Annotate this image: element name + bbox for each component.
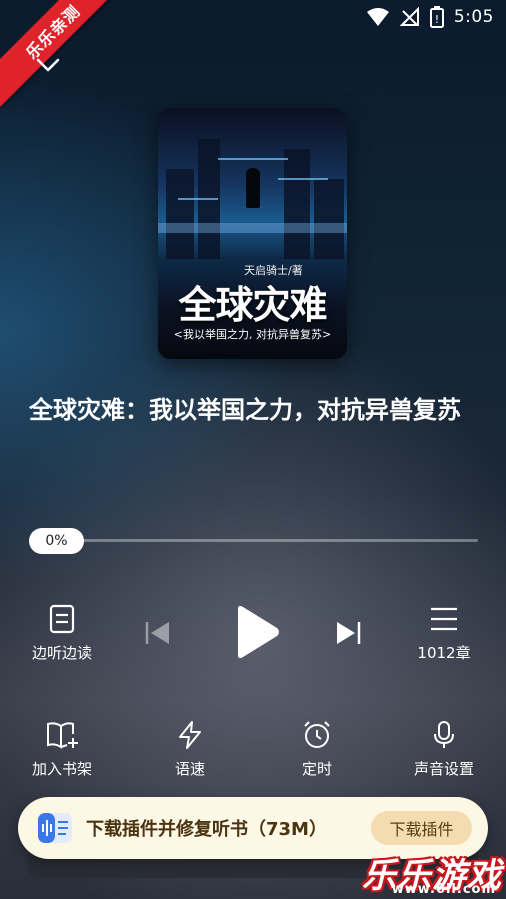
book-add-icon <box>47 722 78 749</box>
add-to-shelf-button[interactable]: 加入书架 <box>28 720 96 779</box>
list-icon <box>431 607 457 631</box>
skip-next-icon <box>337 622 361 644</box>
voice-settings-button[interactable]: 声音设置 <box>408 720 480 779</box>
banner-text: 下载插件并修复听书（73M） <box>86 819 327 840</box>
skip-previous-icon <box>145 622 169 644</box>
next-chapter-button[interactable] <box>334 618 364 648</box>
cover-art-neon <box>278 178 328 180</box>
wifi-icon <box>366 8 389 26</box>
audio-document-icon <box>38 813 72 843</box>
previous-chapter-button[interactable] <box>142 618 172 648</box>
cover-art-neon <box>178 198 218 200</box>
battery-icon: ! <box>429 6 444 28</box>
cover-subtitle: <我以举国之力, 对抗异兽复苏> <box>173 328 332 341</box>
cover-art-bridge <box>158 223 347 233</box>
chevron-down-icon <box>36 58 60 72</box>
read-while-listening-label: 边听边读 <box>31 644 92 662</box>
read-while-listening-button[interactable]: 边听边读 <box>28 604 96 663</box>
cover-art-building <box>284 149 310 259</box>
cover-art-building <box>314 179 344 259</box>
play-button[interactable] <box>230 604 282 660</box>
microphone-icon <box>434 721 454 748</box>
download-plugin-button[interactable]: 下载插件 <box>371 811 472 845</box>
book-cover: 天启骑士/著 全球灾难 <我以举国之力, 对抗异兽复苏> <box>158 108 347 359</box>
add-to-shelf-label: 加入书架 <box>31 760 92 778</box>
lightning-icon <box>179 721 201 749</box>
chapter-count-label: 1012章 <box>417 644 471 662</box>
cover-title: 全球灾难 <box>178 282 327 327</box>
voice-settings-label: 声音设置 <box>413 760 474 778</box>
no-signal-icon <box>399 7 419 26</box>
document-icon <box>49 604 75 634</box>
timer-button[interactable]: 定时 <box>297 720 337 779</box>
status-time: 5:05 <box>453 7 494 27</box>
status-icons: ! 5:05 <box>366 6 494 28</box>
cover-art-building <box>166 169 194 259</box>
watermark-url: www.6ll.com <box>391 882 496 897</box>
progress-thumb[interactable]: 0% <box>29 528 84 554</box>
collapse-button[interactable] <box>34 52 62 76</box>
progress-track[interactable] <box>40 539 478 542</box>
speed-label: 语速 <box>174 760 205 778</box>
alarm-clock-icon <box>304 721 330 748</box>
book-title: 全球灾难：我以举国之力，对抗异兽复苏 <box>29 396 461 424</box>
speed-button[interactable]: 语速 <box>170 720 210 779</box>
chapter-list-button[interactable]: 1012章 <box>410 604 478 663</box>
timer-label: 定时 <box>301 760 332 778</box>
cover-art-neon <box>218 158 288 160</box>
svg-text:!: ! <box>435 13 439 26</box>
play-icon <box>238 605 279 659</box>
cover-art-figure <box>246 168 260 208</box>
